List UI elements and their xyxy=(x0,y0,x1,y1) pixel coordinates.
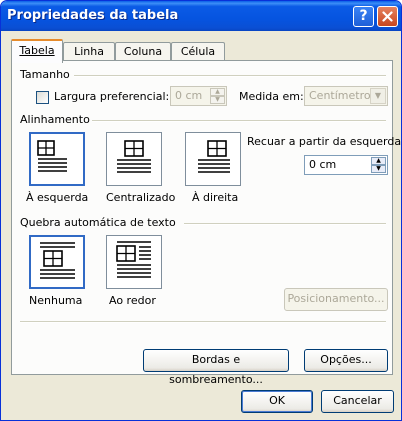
tab-celula[interactable]: Célula xyxy=(171,42,225,62)
wrap-none-label: Nenhuma xyxy=(29,294,83,307)
preferred-width-input[interactable]: 0 cm ▲ ▼ xyxy=(170,86,227,106)
wrap-none-icon xyxy=(40,242,75,279)
spin-down-icon[interactable]: ▼ xyxy=(371,165,386,173)
ok-label: OK xyxy=(269,394,285,407)
align-center-option[interactable] xyxy=(106,132,162,186)
preferred-width-spinner[interactable]: ▲ ▼ xyxy=(210,88,225,104)
align-center-icon xyxy=(117,140,151,173)
align-left-icon xyxy=(37,140,67,172)
help-button[interactable]: ? xyxy=(353,6,374,27)
help-icon: ? xyxy=(359,8,368,24)
align-left-label: À esquerda xyxy=(26,191,89,204)
bottom-divider xyxy=(20,321,386,323)
cancel-label: Cancelar xyxy=(333,394,382,407)
tab-panel: Tamanho Largura preferencial: 0 cm ▲ ▼ M… xyxy=(11,60,401,386)
align-right-icon xyxy=(198,140,230,173)
tab-label: Tabela xyxy=(19,44,55,57)
wrap-around-icon xyxy=(116,241,151,278)
spin-up-icon[interactable]: ▲ xyxy=(371,157,386,165)
tab-label: Célula xyxy=(180,45,216,58)
close-button[interactable] xyxy=(377,6,398,27)
tab-coluna[interactable]: Coluna xyxy=(115,42,171,62)
size-divider xyxy=(74,75,386,77)
indent-input[interactable]: 0 cm ▲ ▼ xyxy=(304,155,388,175)
align-right-label: À direita xyxy=(192,191,239,204)
text-wrapping-section-label: Quebra automática de texto xyxy=(20,216,176,229)
chevron-down-icon[interactable]: ▼ xyxy=(370,88,386,104)
positioning-button-label: Posicionamento... xyxy=(287,292,385,305)
cancel-button[interactable]: Cancelar xyxy=(321,390,394,413)
ok-button[interactable]: OK xyxy=(241,390,313,413)
align-left-option[interactable] xyxy=(29,132,85,186)
preferred-width-value: 0 cm xyxy=(175,89,203,102)
text-wrapping-divider xyxy=(184,223,386,225)
tab-label: Linha xyxy=(74,45,104,58)
tab-linha[interactable]: Linha xyxy=(63,42,115,62)
dialog-title: Propriedades da tabela xyxy=(7,8,179,23)
wrap-none-option[interactable] xyxy=(29,235,85,289)
indent-label: Recuar a partir da esquerda: xyxy=(247,135,402,148)
tab-label: Coluna xyxy=(123,45,163,58)
tab-tabela[interactable]: Tabela xyxy=(11,39,63,63)
measure-in-value: Centímetros xyxy=(309,89,377,102)
spin-up-icon[interactable]: ▲ xyxy=(210,88,225,96)
borders-shading-label: Bordas e sombreamento... xyxy=(169,353,263,386)
options-label: Opções... xyxy=(320,353,372,366)
align-right-option[interactable] xyxy=(185,132,241,186)
spin-down-icon[interactable]: ▼ xyxy=(210,96,225,104)
table-properties-dialog: Propriedades da tabela ? Tabela Linha Co… xyxy=(0,0,402,421)
wrap-around-option[interactable] xyxy=(106,235,162,289)
options-button[interactable]: Opções... xyxy=(304,349,388,372)
measure-in-select[interactable]: Centímetros ▼ xyxy=(304,86,388,106)
preferred-width-checkbox[interactable] xyxy=(36,91,49,104)
wrap-around-label: Ao redor xyxy=(109,294,156,307)
positioning-button[interactable]: Posicionamento... xyxy=(284,288,388,311)
alignment-section-label: Alinhamento xyxy=(20,113,90,126)
preferred-width-label: Largura preferencial: xyxy=(54,90,170,103)
size-section-label: Tamanho xyxy=(20,68,70,81)
indent-value: 0 cm xyxy=(309,158,337,171)
alignment-divider xyxy=(92,120,386,122)
measure-in-label: Medida em: xyxy=(239,90,304,103)
align-center-label: Centralizado xyxy=(106,191,176,204)
indent-spinner[interactable]: ▲ ▼ xyxy=(371,157,386,173)
borders-shading-button[interactable]: Bordas e sombreamento... xyxy=(143,349,289,386)
title-bar[interactable]: Propriedades da tabela ? xyxy=(1,1,401,31)
close-icon xyxy=(382,11,393,22)
